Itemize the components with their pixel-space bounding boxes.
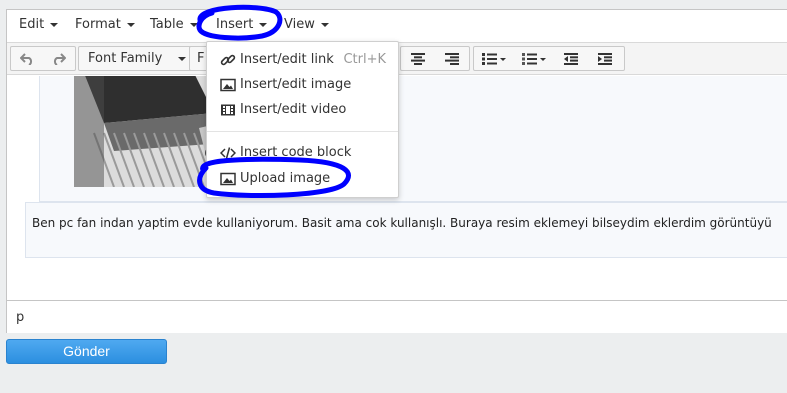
menu-format[interactable]: Format: [75, 17, 135, 32]
indent-button[interactable]: [588, 47, 622, 70]
chevron-down-icon: [320, 23, 329, 27]
paragraph-block: Ben pc fan indan yaptim evde kullaniyoru…: [25, 202, 787, 258]
menubar: Edit Format Table Insert View: [7, 10, 787, 43]
image-icon: [220, 78, 236, 92]
chevron-down-icon: [189, 23, 198, 27]
paragraph-text[interactable]: Ben pc fan indan yaptim evde kullaniyoru…: [32, 216, 772, 230]
menu-item-label: Upload image: [240, 171, 331, 186]
menu-item-label: Insert/edit video: [240, 102, 347, 117]
menu-item-label: Insert/edit link: [240, 52, 334, 67]
menu-item-shortcut: Ctrl+K: [343, 52, 386, 67]
upload-image-icon: [220, 172, 236, 186]
menu-table-label: Table: [150, 17, 184, 32]
align-center-button[interactable]: [401, 47, 435, 70]
element-path[interactable]: p: [16, 310, 24, 325]
align-right-icon: [445, 52, 459, 65]
menu-view-label: View: [284, 17, 315, 32]
undo-icon: [20, 52, 33, 65]
menu-item-insert-image[interactable]: Insert/edit image: [207, 74, 398, 96]
video-icon: [221, 104, 235, 116]
menu-insert-label: Insert: [216, 17, 254, 32]
font-family-select[interactable]: Font Family: [78, 46, 198, 71]
chevron-down-icon: [259, 23, 268, 27]
chevron-down-icon: [50, 23, 59, 27]
outdent-button[interactable]: [554, 47, 588, 70]
align-group: [400, 46, 470, 71]
menu-insert[interactable]: Insert: [216, 17, 268, 32]
menu-item-label: Insert code block: [240, 145, 352, 160]
insert-menu-dropdown: Insert/edit link Ctrl+K Insert/edit imag…: [206, 41, 399, 198]
image-figure: [39, 76, 787, 202]
history-group: [10, 46, 76, 71]
menu-item-insert-link[interactable]: Insert/edit link Ctrl+K: [207, 49, 398, 71]
menu-item-insert-code-block[interactable]: Insert code block: [207, 142, 398, 164]
font-family-label: Font Family: [88, 51, 163, 66]
list-group: [473, 46, 625, 71]
align-right-button[interactable]: [435, 47, 469, 70]
menu-item-insert-video[interactable]: Insert/edit video: [207, 99, 398, 121]
menu-edit-label: Edit: [19, 17, 45, 32]
undo-button[interactable]: [11, 47, 43, 70]
numbered-list-icon: [522, 52, 546, 65]
submit-button[interactable]: Gönder: [6, 339, 167, 364]
statusbar: p: [7, 300, 787, 333]
menu-item-upload-image[interactable]: Upload image: [207, 168, 398, 190]
menu-divider: [207, 131, 398, 132]
menu-format-label: Format: [75, 17, 121, 32]
bullet-list-icon: [482, 52, 506, 65]
align-center-icon: [411, 52, 425, 65]
chevron-down-icon: [178, 57, 187, 61]
menu-edit[interactable]: Edit: [19, 17, 59, 32]
menu-table[interactable]: Table: [150, 17, 198, 32]
outdent-icon: [564, 52, 578, 65]
code-icon: [220, 147, 236, 159]
numbered-list-button[interactable]: [514, 47, 554, 70]
redo-button[interactable]: [43, 47, 75, 70]
indent-icon: [598, 52, 612, 65]
link-icon: [220, 54, 236, 66]
font-size-label: F: [197, 51, 205, 66]
menu-view[interactable]: View: [284, 17, 329, 32]
bullet-list-button[interactable]: [474, 47, 514, 70]
redo-icon: [53, 52, 66, 65]
chevron-down-icon: [126, 23, 135, 27]
menu-item-label: Insert/edit image: [240, 77, 352, 92]
